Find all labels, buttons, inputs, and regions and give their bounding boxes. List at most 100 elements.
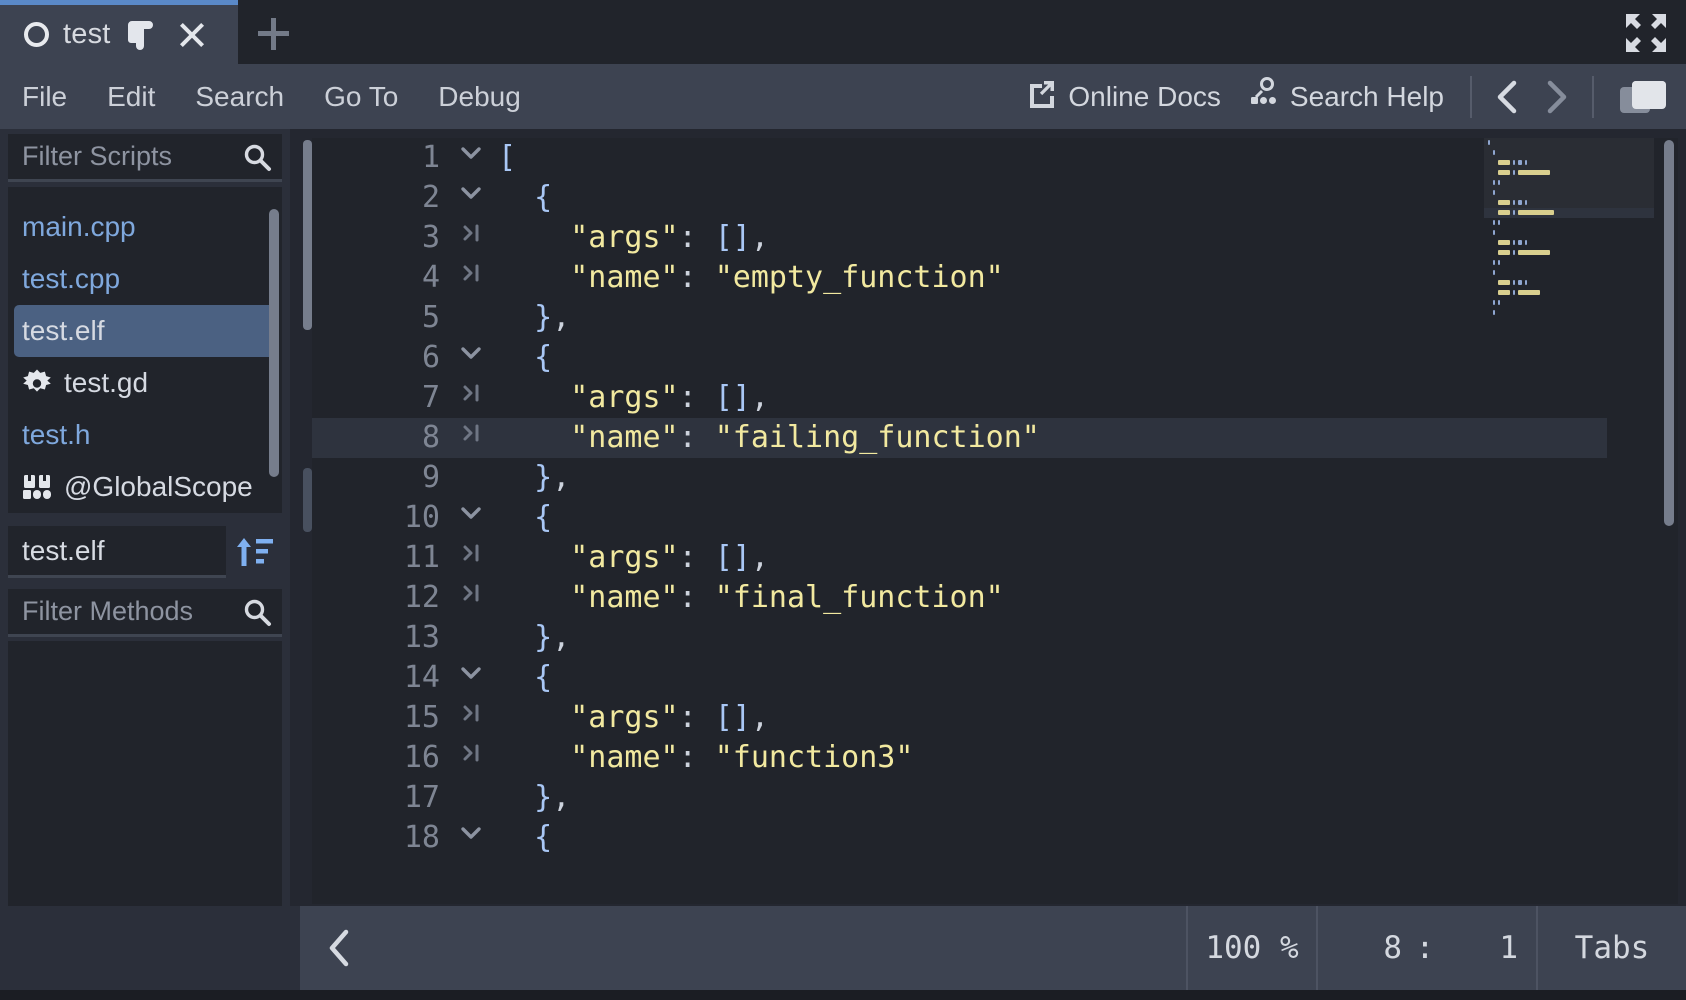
minimap-token bbox=[1513, 170, 1515, 175]
indent-arrow-icon[interactable] bbox=[444, 538, 498, 578]
menu-debug[interactable]: Debug bbox=[420, 75, 539, 119]
editor-scrollbar-right[interactable] bbox=[1664, 140, 1674, 526]
code-line-active[interactable]: 8 "name": "failing_function" bbox=[312, 418, 1607, 458]
indent-arrow-icon[interactable] bbox=[444, 578, 498, 618]
code-editor[interactable]: 1[2 {3 "args": [], 4 "name": "empty_funct… bbox=[303, 138, 1678, 904]
search-icon[interactable] bbox=[242, 142, 272, 172]
editor-vertical-scrollbar[interactable] bbox=[303, 140, 312, 330]
minimap-token bbox=[1498, 260, 1500, 265]
editor-vertical-scrollbar-secondary[interactable] bbox=[303, 468, 312, 532]
list-item[interactable]: @GlobalScope bbox=[8, 461, 282, 513]
indent-arrow-icon[interactable] bbox=[444, 418, 498, 458]
minimap-token bbox=[1488, 140, 1490, 145]
code-text: [ bbox=[498, 140, 517, 175]
close-icon[interactable] bbox=[175, 18, 209, 52]
code-line[interactable]: 4 "name": "empty_function" bbox=[312, 258, 1607, 298]
minimap-token bbox=[1498, 160, 1510, 165]
code-line[interactable]: 7 "args": [], bbox=[312, 378, 1607, 418]
filter-scripts-input[interactable]: Filter Scripts bbox=[8, 134, 282, 182]
chevron-down-icon[interactable] bbox=[444, 658, 498, 698]
panel-icon[interactable] bbox=[1616, 73, 1674, 121]
chevron-down-icon[interactable] bbox=[444, 178, 498, 218]
minimap-token bbox=[1525, 240, 1527, 245]
list-item[interactable]: test.gd bbox=[8, 357, 282, 409]
indent-mode[interactable]: Tabs bbox=[1536, 906, 1686, 990]
status-back-button[interactable] bbox=[310, 918, 370, 978]
line-number: 9 bbox=[421, 460, 440, 495]
chevron-left-icon[interactable] bbox=[1484, 73, 1532, 121]
code-line[interactable]: 12 "name": "final_function" bbox=[312, 578, 1607, 618]
chevron-down-icon[interactable] bbox=[444, 498, 498, 538]
minimap-token bbox=[1518, 290, 1540, 295]
minimap-token bbox=[1518, 170, 1550, 175]
menu-search[interactable]: Search bbox=[177, 75, 302, 119]
menubar-divider bbox=[1470, 75, 1472, 118]
code-line[interactable]: 17 }, bbox=[312, 778, 1607, 818]
chevron-down-icon[interactable] bbox=[444, 338, 498, 378]
code-line[interactable]: 16 "name": "function3" bbox=[312, 738, 1607, 778]
menu-goto[interactable]: Go To bbox=[306, 75, 416, 119]
list-item[interactable]: test.cpp bbox=[8, 253, 282, 305]
indent-arrow-icon[interactable] bbox=[444, 378, 498, 418]
search-icon[interactable] bbox=[242, 597, 272, 627]
chevron-down-icon[interactable] bbox=[444, 818, 498, 858]
list-item[interactable]: test.h bbox=[8, 409, 282, 461]
code-line[interactable]: 5 }, bbox=[312, 298, 1607, 338]
line-number: 11 bbox=[403, 540, 440, 575]
minimap-line bbox=[1484, 198, 1654, 208]
indent-arrow-icon[interactable] bbox=[444, 258, 498, 298]
menu-bar: File Edit Search Go To Debug Online Docs bbox=[0, 64, 1686, 129]
line-number: 5 bbox=[421, 300, 440, 335]
minimap-line bbox=[1484, 298, 1654, 308]
list-item[interactable]: main.cpp bbox=[8, 201, 282, 253]
code-line[interactable]: 14 { bbox=[312, 658, 1607, 698]
code-line[interactable]: 13 }, bbox=[312, 618, 1607, 658]
new-tab-button[interactable] bbox=[238, 0, 334, 64]
code-text: "args": [], bbox=[570, 220, 769, 255]
code-text: }, bbox=[534, 780, 571, 815]
code-line[interactable]: 15 "args": [], bbox=[312, 698, 1607, 738]
indent-arrow-icon[interactable] bbox=[444, 738, 498, 778]
code-line[interactable]: 11 "args": [], bbox=[312, 538, 1607, 578]
code-line[interactable]: 2 { bbox=[312, 178, 1607, 218]
member-file-field[interactable]: test.elf bbox=[8, 526, 226, 578]
minimap-token bbox=[1518, 200, 1522, 205]
sort-icon[interactable] bbox=[234, 532, 276, 572]
code-text: }, bbox=[534, 300, 571, 335]
code-line[interactable]: 3 "args": [], bbox=[312, 218, 1607, 258]
zoom-level[interactable]: 100 % bbox=[1186, 906, 1316, 990]
script-list[interactable]: main.cpp test.cpp test.elf test.gd test.… bbox=[8, 187, 282, 513]
chevron-right-icon[interactable] bbox=[1532, 73, 1580, 121]
minimap-line bbox=[1484, 138, 1654, 148]
filter-methods-input[interactable]: Filter Methods bbox=[8, 589, 282, 637]
cursor-position[interactable]: 8 : 1 bbox=[1316, 906, 1536, 990]
editor-tab-test[interactable]: test bbox=[0, 0, 238, 64]
code-line[interactable]: 10 { bbox=[312, 498, 1607, 538]
tab-label: test bbox=[63, 18, 111, 50]
code-line[interactable]: 1[ bbox=[312, 138, 1607, 178]
code-line[interactable]: 18 { bbox=[312, 818, 1607, 858]
code-text: "args": [], bbox=[570, 380, 769, 415]
menu-file[interactable]: File bbox=[4, 75, 85, 119]
chevron-down-icon[interactable] bbox=[444, 138, 498, 178]
script-list-scrollbar[interactable] bbox=[269, 209, 279, 477]
status-bar: 100 % 8 : 1 Tabs bbox=[300, 906, 1686, 990]
minimap-token bbox=[1518, 280, 1522, 285]
code-lines[interactable]: 1[2 {3 "args": [], 4 "name": "empty_funct… bbox=[312, 138, 1607, 904]
code-line[interactable]: 6 { bbox=[312, 338, 1607, 378]
minimap-token bbox=[1513, 200, 1515, 205]
code-line[interactable]: 9 }, bbox=[312, 458, 1607, 498]
list-item-selected[interactable]: test.elf bbox=[14, 305, 276, 357]
search-help-button[interactable]: Search Help bbox=[1235, 77, 1458, 116]
fullscreen-icon[interactable] bbox=[1624, 12, 1668, 54]
indent-arrow-icon[interactable] bbox=[444, 698, 498, 738]
filter-methods-placeholder: Filter Methods bbox=[22, 596, 194, 626]
line-number: 6 bbox=[421, 340, 440, 375]
online-docs-button[interactable]: Online Docs bbox=[1013, 78, 1235, 115]
indent-arrow-icon[interactable] bbox=[444, 218, 498, 258]
minimap-token bbox=[1513, 160, 1515, 165]
code-minimap[interactable] bbox=[1484, 138, 1654, 904]
line-number: 8 bbox=[421, 420, 440, 455]
script-name: test.elf bbox=[22, 315, 105, 346]
menu-edit[interactable]: Edit bbox=[89, 75, 173, 119]
